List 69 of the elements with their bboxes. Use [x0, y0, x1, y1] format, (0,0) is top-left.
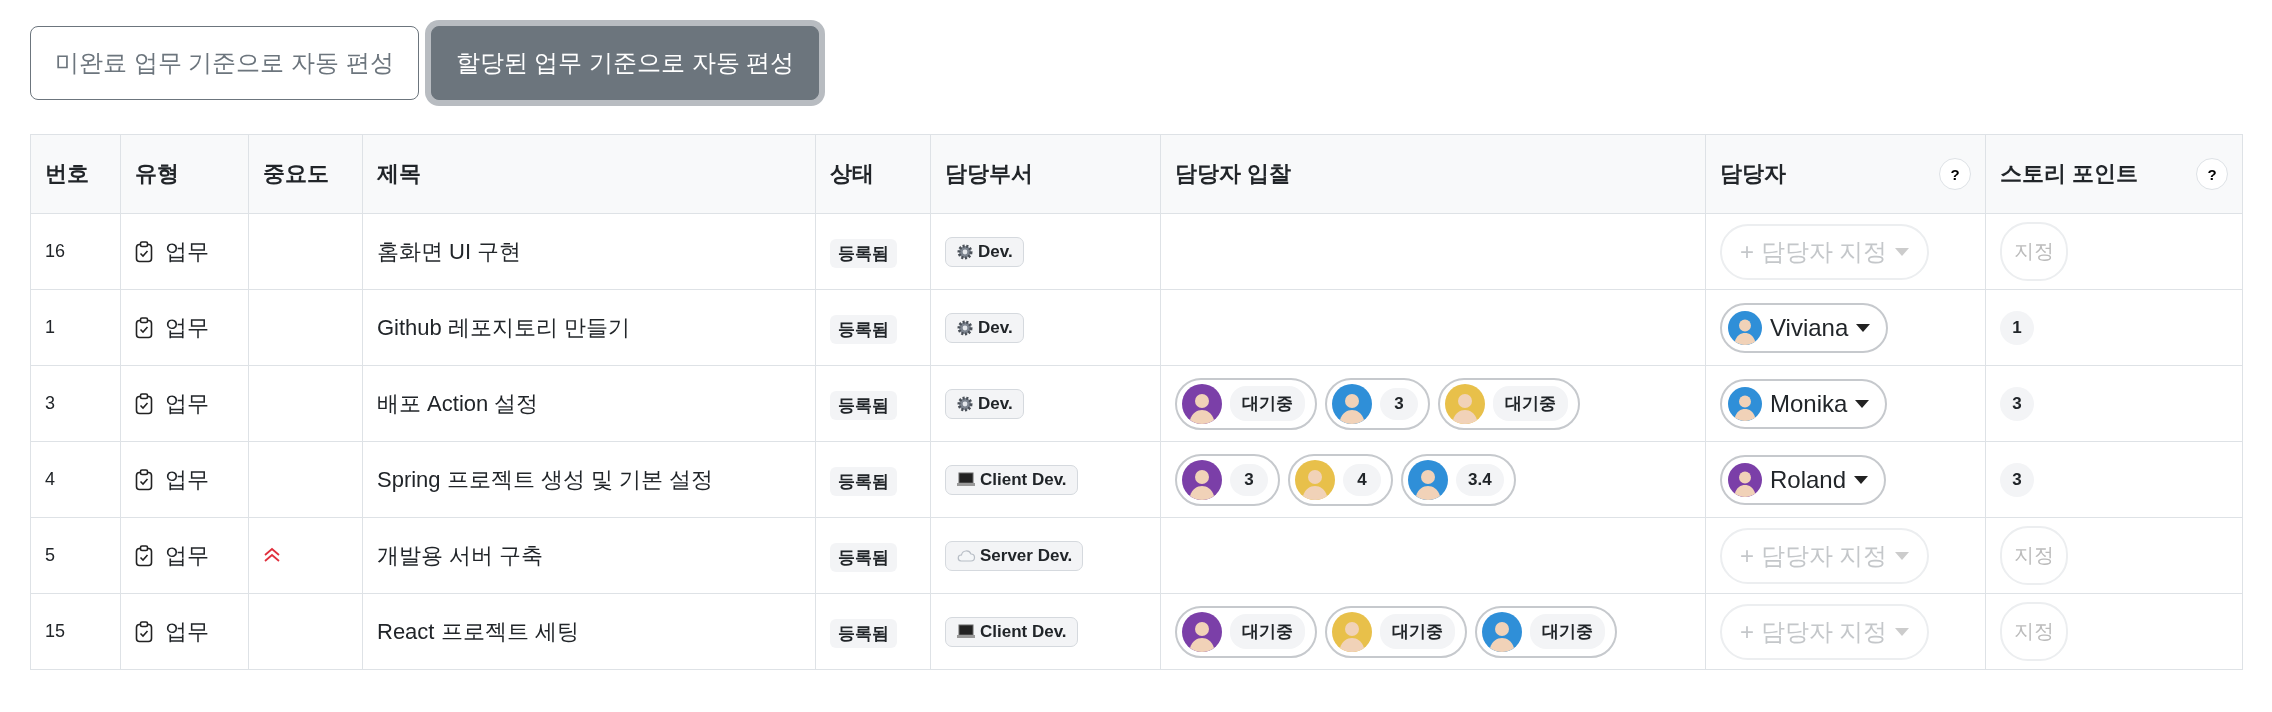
bid-chip: 3.4	[1401, 453, 1516, 506]
bid-chip: 3	[1175, 453, 1280, 506]
status-label: 등록됨	[830, 390, 897, 420]
status-label: 등록됨	[830, 542, 897, 572]
department-tag: Server Dev.	[945, 540, 1084, 571]
assignee-dropdown[interactable]: Monika	[1720, 378, 1888, 429]
bid-chip: 4	[1288, 453, 1393, 506]
story-point-label: 3	[2000, 386, 2034, 421]
bid-chip: 대기중	[1475, 605, 1617, 658]
title-cell: Spring 프로젝트 생성 및 기본 설정	[362, 441, 816, 518]
bid-chip: 대기중	[1438, 377, 1580, 430]
department-tag: Client Dev.	[945, 464, 1078, 495]
column-header: 상태	[815, 134, 931, 214]
title-cell: 배포 Action 설정	[362, 365, 816, 442]
caret-icon	[1895, 247, 1910, 256]
caret-icon	[1856, 323, 1871, 332]
clipboard-check-icon	[135, 544, 153, 567]
title-cell: 개발용 서버 구축	[362, 517, 816, 594]
column-header: 담당자 입찰	[1160, 134, 1706, 214]
clipboard-check-icon	[135, 316, 153, 339]
bid-chip: 대기중	[1325, 605, 1467, 658]
caret-icon	[1854, 475, 1869, 484]
status-label: 등록됨	[830, 466, 897, 496]
caret-icon	[1895, 627, 1910, 636]
help-button[interactable]: ?	[2196, 158, 2228, 190]
column-header-label: 스토리 포인트	[2000, 160, 2139, 188]
department-tag: Dev.	[945, 236, 1024, 267]
status-label: 등록됨	[830, 618, 897, 648]
assignee-dropdown[interactable]: Roland	[1720, 454, 1887, 505]
bid-chip: 3	[1325, 377, 1430, 430]
number-cell: 15	[30, 593, 121, 670]
department-tag: Dev.	[945, 312, 1024, 343]
number-cell: 16	[30, 213, 121, 290]
story-point-label: 1	[2000, 310, 2034, 345]
column-header: 담당부서	[930, 134, 1161, 214]
bid-chip: 대기중	[1175, 605, 1317, 658]
clipboard-check-icon	[135, 620, 153, 643]
clipboard-check-icon	[135, 392, 153, 415]
title-cell: React 프로젝트 세팅	[362, 593, 816, 670]
bid-chip: 대기중	[1175, 377, 1317, 430]
clipboard-check-icon	[135, 468, 153, 491]
status-label: 등록됨	[830, 238, 897, 268]
column-header: 중요도	[248, 134, 363, 214]
column-header-label: 담당자	[1720, 160, 1786, 188]
number-cell: 5	[30, 517, 121, 594]
caret-icon	[1895, 551, 1910, 560]
type-label: 업무	[165, 617, 209, 646]
caret-icon	[1855, 399, 1870, 408]
department-tag: Client Dev.	[945, 616, 1078, 647]
type-label: 업무	[165, 465, 209, 494]
column-header: 제목	[362, 134, 816, 214]
type-label: 업무	[165, 313, 209, 342]
story-point-label: 3	[2000, 462, 2034, 497]
help-button[interactable]: ?	[1939, 158, 1971, 190]
type-label: 업무	[165, 389, 209, 418]
assignee-dropdown[interactable]: Viviana	[1720, 302, 1889, 353]
number-cell: 1	[30, 289, 121, 366]
type-label: 업무	[165, 541, 209, 570]
auto-arrange-button[interactable]: 미완료 업무 기준으로 자동 편성	[30, 26, 419, 100]
title-cell: Github 레포지토리 만들기	[362, 289, 816, 366]
column-header: 번호	[30, 134, 121, 214]
type-label: 업무	[165, 237, 209, 266]
status-label: 등록됨	[830, 314, 897, 344]
clipboard-check-icon	[135, 240, 153, 263]
number-cell: 3	[30, 365, 121, 442]
number-cell: 4	[30, 441, 121, 518]
column-header: 유형	[120, 134, 249, 214]
department-tag: Dev.	[945, 388, 1024, 419]
title-cell: 홈화면 UI 구현	[362, 213, 816, 290]
